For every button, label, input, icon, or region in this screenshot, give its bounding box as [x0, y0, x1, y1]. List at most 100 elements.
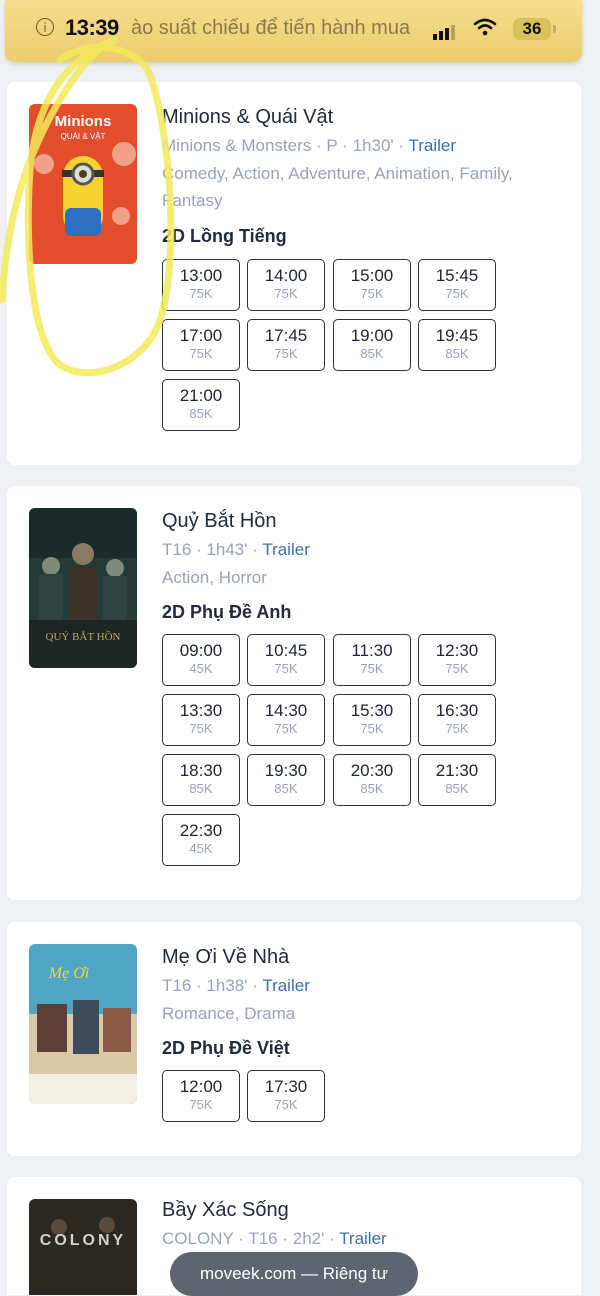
- showtime-price: 85K: [360, 781, 384, 796]
- showtime-button[interactable]: 09:00 45K: [162, 634, 240, 686]
- poster-title-text: Mẹ Ơi: [48, 965, 89, 982]
- showtime-time: 17:00: [179, 326, 223, 345]
- showtime-time: 14:30: [264, 701, 308, 720]
- showtime-button[interactable]: 19:00 85K: [333, 319, 411, 371]
- movie-meta: T16 · 1h38' · Trailer: [162, 976, 310, 995]
- showtime-button[interactable]: 14:30 75K: [247, 694, 325, 746]
- showtime-button[interactable]: 17:45 75K: [247, 319, 325, 371]
- trailer-link[interactable]: Trailer: [262, 976, 310, 995]
- showtime-time: 11:30: [351, 641, 393, 660]
- duration: 1h38': [206, 976, 248, 995]
- age-rating: T16: [248, 1229, 278, 1248]
- showtime-price: 75K: [274, 661, 298, 676]
- showtime-price: 85K: [274, 781, 298, 796]
- showtime-price: 75K: [189, 346, 213, 361]
- movie-card-minions: Minions QUÁI & VẬT Minions & Quái Vật Mi…: [7, 82, 581, 465]
- showtime-time: 22:30: [179, 821, 223, 840]
- showtime-button[interactable]: 11:30 75K: [333, 634, 411, 686]
- movie-poster[interactable]: Mẹ Ơi: [29, 944, 137, 1104]
- showtime-button[interactable]: 17:00 75K: [162, 319, 240, 371]
- showtime-button[interactable]: 10:45 75K: [247, 634, 325, 686]
- movie-meta: COLONY · T16 · 2h2' · Trailer: [162, 1229, 387, 1248]
- showtime-button[interactable]: 21:30 85K: [418, 754, 496, 806]
- showtime-button[interactable]: 15:00 75K: [333, 259, 411, 311]
- showtime-price: 85K: [445, 781, 469, 796]
- movie-poster[interactable]: Minions QUÁI & VẬT: [29, 104, 137, 264]
- showtime-button[interactable]: 18:30 85K: [162, 754, 240, 806]
- showtime-time: 15:00: [350, 266, 394, 285]
- showtime-price: 75K: [445, 661, 469, 676]
- showtime-time: 19:30: [264, 761, 308, 780]
- movie-title[interactable]: Minions & Quái Vật: [162, 106, 333, 129]
- showtime-time: 15:30: [350, 701, 394, 720]
- screening-format: 2D Phụ Đề Anh: [162, 602, 292, 622]
- showtime-button[interactable]: 12:00 75K: [162, 1070, 240, 1122]
- showtime-time: 20:30: [350, 761, 394, 780]
- movie-poster[interactable]: COLONY: [29, 1199, 137, 1295]
- showtime-button[interactable]: 15:45 75K: [418, 259, 496, 311]
- movie-title[interactable]: Quỷ Bắt Hồn: [162, 510, 277, 533]
- movie-title[interactable]: Bầy Xác Sống: [162, 1199, 289, 1222]
- showtime-button[interactable]: 22:30 45K: [162, 814, 240, 866]
- showtime-button[interactable]: 14:00 75K: [247, 259, 325, 311]
- showtime-button[interactable]: 13:30 75K: [162, 694, 240, 746]
- screening-format: 2D Lồng Tiếng: [162, 226, 287, 246]
- showtime-time: 12:00: [179, 1077, 223, 1096]
- showtime-time: 17:30: [264, 1077, 308, 1096]
- showtime-price: 85K: [360, 346, 384, 361]
- trailer-link[interactable]: Trailer: [408, 136, 456, 155]
- battery-indicator: 36: [513, 18, 556, 40]
- movie-genres: Comedy, Action, Adventure, Animation, Fa…: [162, 164, 513, 210]
- movie-genres: Romance, Drama: [162, 1004, 296, 1023]
- showtime-price: 75K: [360, 661, 384, 676]
- poster-title-text: Minions: [55, 113, 112, 130]
- showtime-button[interactable]: 16:30 75K: [418, 694, 496, 746]
- showtime-button[interactable]: 15:30 75K: [333, 694, 411, 746]
- showtime-price: 75K: [189, 721, 213, 736]
- movie-card-me-oi-ve-nha: Mẹ Ơi Mẹ Ơi Về Nhà T16 · 1h38' · Trailer…: [7, 922, 581, 1156]
- showtime-price: 75K: [445, 286, 469, 301]
- trailer-link[interactable]: Trailer: [262, 540, 310, 559]
- status-time: 13:39: [65, 15, 119, 40]
- showtime-price: 85K: [445, 346, 469, 361]
- duration: 1h30': [352, 136, 394, 155]
- age-rating: T16: [162, 976, 192, 995]
- showtime-price: 45K: [189, 841, 213, 856]
- browser-url-pill[interactable]: moveek.com — Riêng tư: [170, 1252, 418, 1296]
- showtime-price: 75K: [360, 721, 384, 736]
- movie-poster[interactable]: QUỶ BẮT HỒN: [29, 508, 137, 668]
- showtime-notice-banner: i ào suất chiếu để tiến hành mua 13:39 3…: [5, 0, 582, 62]
- showtime-button[interactable]: 20:30 85K: [333, 754, 411, 806]
- notice-message: ào suất chiếu để tiến hành mua: [131, 17, 411, 39]
- showtime-price: 75K: [274, 346, 298, 361]
- info-icon: i: [36, 18, 54, 36]
- showtime-time: 18:30: [179, 761, 223, 780]
- poster-title-text: QUỶ BẮT HỒN: [46, 630, 121, 643]
- movie-title[interactable]: Mẹ Ơi Về Nhà: [162, 946, 289, 969]
- showtime-time: 12:30: [435, 641, 479, 660]
- movie-genres: Action, Horror: [162, 568, 267, 587]
- trailer-link[interactable]: Trailer: [339, 1229, 387, 1248]
- showtime-button[interactable]: 21:00 85K: [162, 379, 240, 431]
- showtime-time: 14:00: [264, 266, 308, 285]
- showtime-button[interactable]: 12:30 75K: [418, 634, 496, 686]
- showtime-button[interactable]: 19:30 85K: [247, 754, 325, 806]
- showtime-price: 75K: [189, 1097, 213, 1112]
- showtime-time: 15:45: [435, 266, 479, 285]
- duration: 2h2': [292, 1229, 325, 1248]
- showtime-button[interactable]: 19:45 85K: [418, 319, 496, 371]
- movie-meta: T16 · 1h43' · Trailer: [162, 540, 310, 559]
- wifi-icon: [473, 18, 497, 41]
- showtime-price: 85K: [189, 406, 213, 421]
- movie-card-quy-bat-hon: QUỶ BẮT HỒN Quỷ Bắt Hồn T16 · 1h43' · Tr…: [7, 486, 581, 900]
- poster-subtitle-text: QUÁI & VẬT: [61, 132, 106, 141]
- showtime-button[interactable]: 13:00 75K: [162, 259, 240, 311]
- original-title: Minions & Monsters: [162, 136, 312, 155]
- showtime-time: 10:45: [264, 641, 308, 660]
- showtime-price: 75K: [360, 286, 384, 301]
- age-rating: P: [326, 136, 338, 155]
- showtime-time: 13:30: [179, 701, 223, 720]
- showtime-button[interactable]: 17:30 75K: [247, 1070, 325, 1122]
- cellular-signal-icon: [433, 22, 457, 40]
- showtime-price: 45K: [189, 661, 213, 676]
